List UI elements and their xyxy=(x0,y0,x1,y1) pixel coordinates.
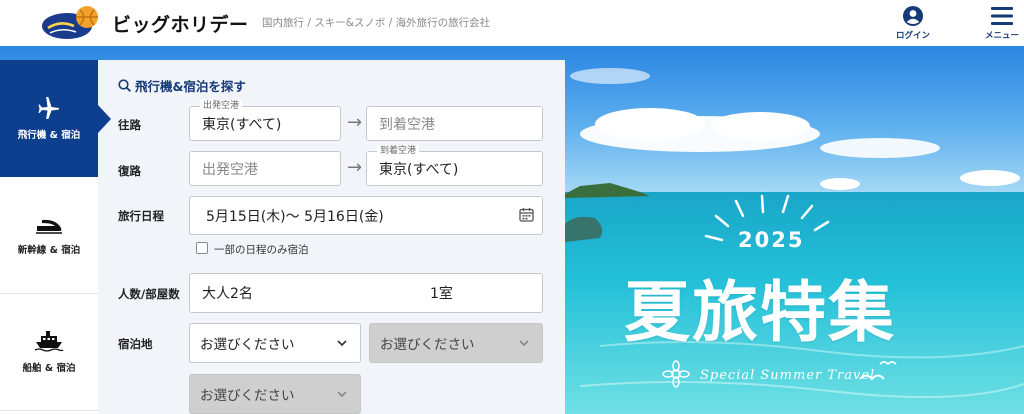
destination-label: 宿泊地 xyxy=(118,337,153,351)
brand-name[interactable]: ビッグホリデー xyxy=(112,10,249,37)
dates-label: 旅行日程 xyxy=(118,209,164,223)
outbound-departure-airport-field[interactable]: 出発空港 東京(すべて) xyxy=(189,100,341,141)
destination-select-1[interactable]: お選びください xyxy=(189,323,361,363)
partial-stay-checkbox[interactable] xyxy=(196,242,208,254)
arrow-right-icon: → xyxy=(347,112,363,133)
chevron-down-icon xyxy=(337,340,347,347)
select-placeholder: お選びください xyxy=(200,337,295,353)
airplane-icon xyxy=(38,96,59,119)
calendar-icon xyxy=(519,208,534,222)
outbound-arrival-placeholder: 到着空港 xyxy=(379,116,435,133)
search-heading-text: 飛行機&宿泊を探す xyxy=(135,79,246,94)
tab-shinkansen-hotel[interactable]: 新幹線 & 宿泊 xyxy=(0,177,98,294)
hero-subtitle: Special Summer Travel xyxy=(700,368,876,383)
chevron-down-icon xyxy=(337,391,347,398)
tab-label: 飛行機 & 宿泊 xyxy=(17,129,81,141)
tab-ship-hotel[interactable]: 船舶 & 宿泊 xyxy=(0,294,98,411)
travel-dates-value: 5月15日(木)～ 5月16日(金) xyxy=(206,208,384,225)
outbound-label: 往路 xyxy=(118,118,141,132)
outbound-arrival-airport-field[interactable]: 到着空港 xyxy=(366,106,543,141)
return-arrival-airport-field[interactable]: 到着空港 東京(すべて) xyxy=(366,145,543,186)
outbound-departure-float-label: 出発空港 xyxy=(200,100,243,112)
guests-value: 大人2名 xyxy=(202,286,253,302)
menu-button[interactable]: メニュー xyxy=(985,6,1019,41)
hamburger-menu-icon xyxy=(991,7,1013,25)
outbound-departure-value: 東京(すべて) xyxy=(202,116,282,133)
return-departure-airport-field[interactable]: 出発空港 xyxy=(189,151,341,186)
tab-label: 新幹線 & 宿泊 xyxy=(17,245,81,256)
return-arrival-value: 東京(すべて) xyxy=(379,161,459,178)
return-label: 復路 xyxy=(118,164,141,178)
tab-label: 船舶 & 宿泊 xyxy=(22,363,76,374)
chevron-down-icon xyxy=(519,340,529,347)
active-tab-pointer xyxy=(98,105,111,133)
rooms-value: 1室 xyxy=(430,286,453,302)
guests-rooms-field[interactable]: 大人2名 1室 xyxy=(189,273,543,313)
destination-select-3[interactable]: お選びください xyxy=(189,374,361,414)
user-icon xyxy=(903,6,923,26)
brand-logo-icon[interactable] xyxy=(40,4,102,42)
menu-label: メニュー xyxy=(985,31,1020,41)
search-mode-tabs: 飛行機 & 宿泊 新幹線 & 宿泊 船舶 & 宿泊 xyxy=(0,60,111,414)
bullet-train-icon xyxy=(36,219,62,234)
hero-year: 2025 xyxy=(738,228,805,252)
return-arrival-float-label: 到着空港 xyxy=(377,145,420,157)
login-label: ログイン xyxy=(896,31,931,41)
select-placeholder: お選びください xyxy=(380,337,475,353)
hero-title: 夏旅特集 xyxy=(624,274,896,351)
return-departure-placeholder: 出発空港 xyxy=(202,161,258,178)
select-placeholder: お選びください xyxy=(200,388,295,404)
destination-select-2[interactable]: お選びください xyxy=(369,323,543,363)
search-panel: 飛行機&宿泊を探す 往路 出発空港 東京(すべて) → 到着空港 復路 出発空港… xyxy=(98,60,565,414)
ship-icon xyxy=(34,331,64,352)
arrow-right-icon: → xyxy=(347,157,363,178)
travel-dates-field[interactable]: 5月15日(木)～ 5月16日(金) xyxy=(189,196,543,235)
partial-stay-label: 一部の日程のみ宿泊 xyxy=(214,244,309,256)
search-icon xyxy=(118,79,131,92)
guests-label: 人数/部屋数 xyxy=(118,287,180,301)
login-button[interactable]: ログイン xyxy=(896,6,930,41)
tab-flight-hotel[interactable]: 飛行機 & 宿泊 xyxy=(0,60,98,177)
site-header: ビッグホリデー 国内旅行 / スキー&スノボ / 海外旅行の旅行会社 ログイン … xyxy=(0,0,1024,46)
search-heading: 飛行機&宿泊を探す xyxy=(118,76,246,95)
header-tagline: 国内旅行 / スキー&スノボ / 海外旅行の旅行会社 xyxy=(262,17,491,29)
